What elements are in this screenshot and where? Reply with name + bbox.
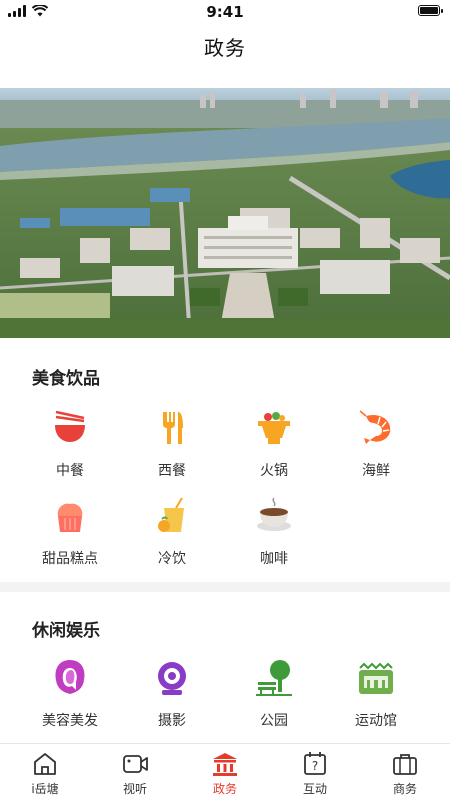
- section-leisure: 休闲娱乐 美容美发 摄影 公园 运动馆: [0, 592, 450, 744]
- category-park[interactable]: 公园: [234, 658, 314, 730]
- cupcake-icon: [57, 503, 83, 532]
- tab-video[interactable]: 视听: [90, 744, 180, 800]
- category-western-food[interactable]: 西餐: [132, 408, 212, 480]
- tab-label: 互动: [302, 782, 327, 796]
- svg-text:?: ?: [312, 759, 318, 773]
- category-chinese-food[interactable]: 中餐: [30, 408, 110, 480]
- tab-interaction[interactable]: ? 互动: [270, 744, 360, 800]
- briefcase-icon: [393, 754, 417, 775]
- status-indicators: [8, 5, 48, 17]
- tab-label: 商务: [392, 782, 417, 796]
- section-title: 美食饮品: [32, 369, 100, 389]
- category-label: 冷饮: [158, 551, 186, 567]
- category-cold-drinks[interactable]: 冷饮: [132, 496, 212, 568]
- category-label: 海鲜: [362, 463, 390, 479]
- category-label: 火锅: [260, 463, 288, 479]
- category-label: 公园: [260, 713, 288, 729]
- coffee-icon: [257, 497, 291, 531]
- category-label: 中餐: [56, 463, 84, 479]
- home-icon: [34, 753, 56, 775]
- category-photography[interactable]: 摄影: [132, 658, 212, 730]
- category-seafood[interactable]: 海鲜: [336, 408, 416, 480]
- video-icon: [123, 755, 148, 773]
- status-time: 9:41: [206, 3, 244, 21]
- category-hotpot[interactable]: 火锅: [234, 408, 314, 480]
- banner-image[interactable]: [0, 88, 450, 338]
- tab-business[interactable]: 商务: [360, 744, 450, 800]
- bottom-tab-bar: i岳塘 视听 政务 ? 互动 商务: [0, 743, 450, 800]
- category-stadium[interactable]: 运动馆: [336, 658, 416, 730]
- category-label: 甜品糕点: [42, 551, 98, 567]
- battery-icon: [418, 5, 443, 16]
- camera-icon: [158, 662, 186, 695]
- wifi-icon: [32, 5, 48, 17]
- section-divider: [0, 582, 450, 592]
- hotpot-icon: [258, 412, 290, 444]
- category-label: 咖啡: [260, 551, 288, 567]
- tab-label: i岳塘: [31, 782, 59, 796]
- section-food-drink: 美食饮品 中餐 西餐 火锅 海鲜 甜品糕点 冷饮 咖啡: [0, 338, 450, 580]
- section-title: 休闲娱乐: [32, 621, 100, 641]
- tab-home[interactable]: i岳塘: [0, 744, 90, 800]
- tab-label: 政务: [212, 782, 237, 796]
- status-bar: 9:41: [0, 0, 450, 24]
- cellular-signal-icon: [8, 5, 26, 17]
- shrimp-icon: [359, 410, 391, 444]
- category-coffee[interactable]: 咖啡: [234, 496, 314, 568]
- page-title: 政务: [204, 35, 246, 60]
- question-calendar-icon: ?: [304, 752, 326, 775]
- category-label: 摄影: [158, 713, 186, 729]
- cold-drink-icon: [158, 497, 184, 532]
- category-beauty-salon[interactable]: 美容美发: [30, 658, 110, 730]
- category-label: 美容美发: [42, 713, 98, 729]
- category-desserts[interactable]: 甜品糕点: [30, 496, 110, 568]
- category-label: 西餐: [158, 463, 186, 479]
- government-icon: [213, 753, 237, 776]
- navigation-bar: 政务: [0, 24, 450, 68]
- fork-knife-icon: [163, 412, 183, 444]
- beauty-hair-icon: [55, 660, 85, 694]
- park-icon: [256, 660, 292, 696]
- tab-label: 视听: [122, 782, 147, 796]
- tab-government[interactable]: 政务: [180, 744, 270, 800]
- stadium-icon: [359, 662, 393, 694]
- category-label: 运动馆: [355, 713, 397, 729]
- bowl-chopsticks-icon: [55, 410, 85, 442]
